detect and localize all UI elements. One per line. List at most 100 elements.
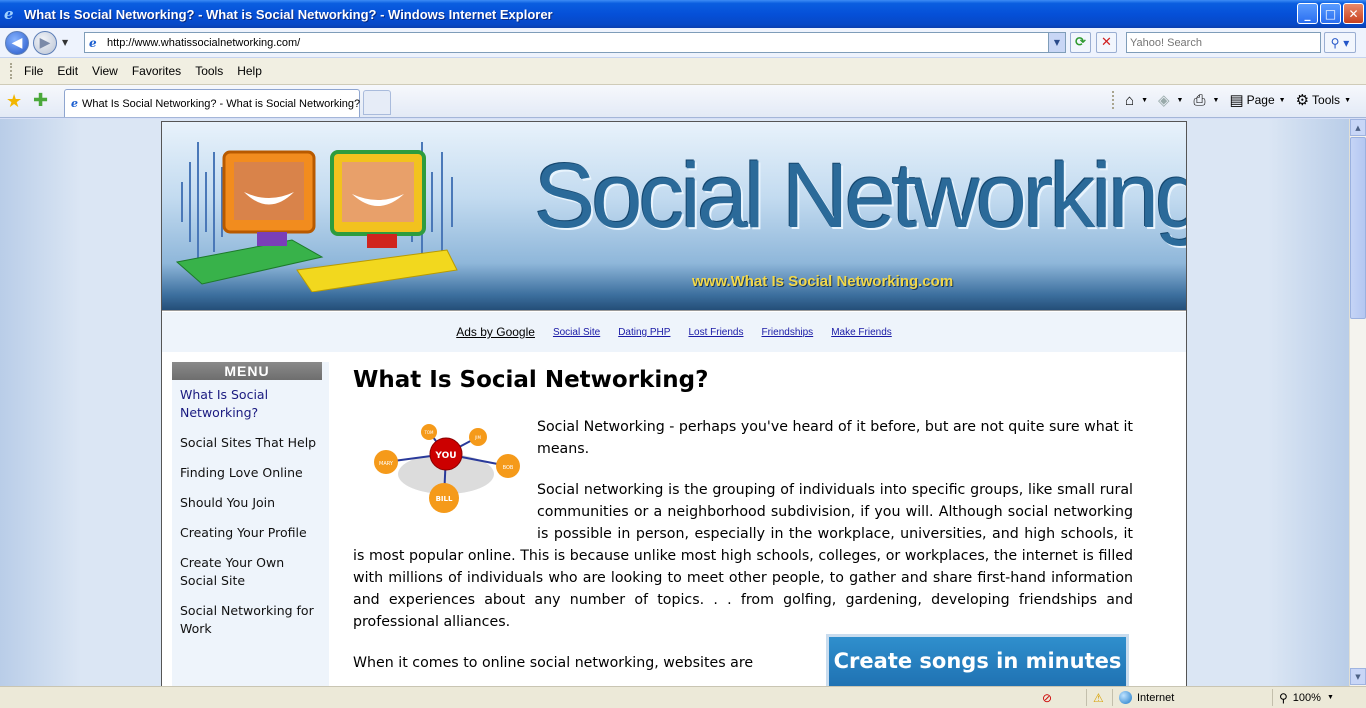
print-dropdown-icon: ▼ — [1212, 96, 1220, 104]
refresh-button[interactable]: ⟳ — [1070, 32, 1091, 53]
window-controls: _ □ ✕ — [1297, 3, 1364, 24]
search-icon: ⚲ ▾ — [1330, 35, 1350, 50]
minimize-button[interactable]: _ — [1297, 3, 1318, 24]
songs-ad-text: Create songs in minutes — [833, 649, 1122, 673]
main-content: What Is Social Networking? YOU MARY TOM … — [353, 362, 1133, 671]
home-button[interactable]: ⌂ ▼ — [1120, 92, 1153, 109]
ad-link-lost-friends[interactable]: Lost Friends — [688, 327, 743, 338]
home-dropdown-icon: ▼ — [1141, 96, 1148, 104]
feeds-dropdown-icon: ▼ — [1176, 96, 1184, 104]
printer-icon: ⎙ — [1193, 91, 1206, 109]
add-favorite-icon[interactable]: ✚ — [33, 90, 48, 111]
sidebar-item-finding-love-online[interactable]: Finding Love Online — [172, 464, 329, 482]
sidebar-item-social-sites-that-help[interactable]: Social Sites That Help — [172, 434, 329, 452]
songs-ad-banner[interactable]: Create songs in minutes — [826, 634, 1129, 686]
new-tab-button[interactable] — [363, 90, 391, 115]
sidebar-item-create-your-own-social-site[interactable]: Create Your Own Social Site — [172, 554, 329, 590]
status-zone: Internet — [1112, 689, 1272, 706]
close-button[interactable]: ✕ — [1343, 3, 1364, 24]
back-button[interactable]: ◀ — [5, 31, 29, 55]
sidebar-item-creating-your-profile[interactable]: Creating Your Profile — [172, 524, 329, 542]
tab-title: What Is Social Networking? - What is Soc… — [82, 97, 361, 110]
menu-tools[interactable]: Tools — [188, 64, 230, 78]
sidebar-item-should-you-join[interactable]: Should You Join — [172, 494, 329, 512]
toolbar-grip — [10, 63, 13, 79]
command-separator — [1112, 91, 1114, 109]
rss-icon: ◈ — [1158, 92, 1170, 109]
ad-link-friendships[interactable]: Friendships — [761, 327, 813, 338]
zoom-icon: ⚲ — [1279, 690, 1288, 705]
computers-illustration — [175, 142, 458, 292]
banner-url: www.What Is Social Networking.com — [692, 273, 954, 290]
zone-label: Internet — [1137, 691, 1175, 704]
menu-edit[interactable]: Edit — [50, 64, 85, 78]
menu-favorites[interactable]: Favorites — [125, 64, 188, 78]
gear-icon: ⚙ — [1295, 92, 1310, 109]
float-spacer — [353, 479, 537, 545]
article-paragraph-2-wrapper: Social networking is the grouping of ind… — [353, 479, 1133, 633]
ads-bar: Ads by Google Social Site Dating PHP Los… — [162, 312, 1186, 352]
zoom-control[interactable]: ⚲ 100% ▼ — [1272, 689, 1366, 706]
history-dropdown-icon[interactable]: ▼ — [62, 38, 68, 47]
scroll-up-button[interactable]: ▲ — [1350, 119, 1366, 136]
content-viewport: Social Networking www.What Is Social Net… — [0, 119, 1349, 686]
ad-link-social-site[interactable]: Social Site — [553, 327, 600, 338]
article-paragraph-1: Social Networking - perhaps you've heard… — [537, 419, 1133, 457]
privacy-icon: ⊘ — [1042, 690, 1053, 705]
forward-button[interactable]: ▶ — [33, 31, 57, 55]
zoom-dropdown-icon: ▼ — [1326, 694, 1334, 701]
search-button[interactable]: ⚲ ▾ — [1324, 32, 1356, 53]
tools-menu-button[interactable]: ⚙ Tools ▼ — [1291, 91, 1356, 109]
sidebar-header: MENU — [172, 362, 322, 380]
address-bar[interactable]: e ▼ — [84, 32, 1066, 53]
internet-globe-icon — [1119, 691, 1132, 704]
status-bar: ⊘ ⚠ Internet ⚲ 100% ▼ — [0, 686, 1366, 708]
page-menu-button[interactable]: ▤ Page ▼ — [1224, 91, 1290, 109]
tools-dropdown-icon: ▼ — [1344, 96, 1351, 104]
print-button[interactable]: ⎙ ▼ — [1188, 92, 1224, 109]
graphic-node-bob: BOB — [503, 465, 514, 471]
scroll-down-button[interactable]: ▼ — [1350, 668, 1366, 685]
menu-file[interactable]: File — [17, 64, 50, 78]
feeds-button[interactable]: ◈ ▼ — [1153, 91, 1188, 109]
back-arrow-icon: ◀ — [11, 35, 23, 51]
command-bar: ⌂ ▼ ◈ ▼ ⎙ ▼ ▤ Page ▼ ⚙ Tools ▼ — [1106, 91, 1356, 109]
sidebar-item-social-networking-for-work[interactable]: Social Networking for Work — [172, 602, 329, 638]
graphic-node-jim: JIM — [474, 435, 481, 440]
warning-icon: ⚠ — [1093, 690, 1104, 705]
menu-view[interactable]: View — [85, 64, 125, 78]
page-dropdown-icon: ▼ — [1278, 96, 1286, 104]
page-icon: ▤ — [1229, 92, 1244, 109]
address-dropdown-icon[interactable]: ▼ — [1048, 33, 1065, 52]
stop-button[interactable]: ✕ — [1096, 32, 1117, 53]
tab-active[interactable]: e What Is Social Networking? - What is S… — [64, 89, 360, 117]
search-box[interactable] — [1126, 32, 1321, 53]
banner-headline: Social Networking — [534, 145, 1186, 247]
ad-link-make-friends[interactable]: Make Friends — [831, 327, 892, 338]
home-icon: ⌂ — [1125, 91, 1135, 109]
ad-link-dating-php[interactable]: Dating PHP — [618, 327, 670, 338]
page-title: What Is Social Networking? — [353, 367, 709, 393]
ads-by-google-label[interactable]: Ads by Google — [456, 325, 535, 339]
site-banner: Social Networking www.What Is Social Net… — [162, 122, 1186, 311]
favorites-star-icon[interactable]: ★ — [6, 91, 22, 112]
status-warning: ⚠ — [1086, 689, 1110, 706]
window-title: What Is Social Networking? - What is Soc… — [24, 6, 553, 22]
ie-logo-icon: e — [4, 5, 14, 23]
vertical-scrollbar[interactable]: ▲ ▼ — [1349, 119, 1366, 686]
search-input[interactable] — [1127, 33, 1317, 52]
menu-help[interactable]: Help — [230, 64, 269, 78]
window-titlebar: e What Is Social Networking? - What is S… — [0, 0, 1366, 28]
zoom-label: 100% — [1292, 691, 1321, 704]
graphic-center-label: YOU — [434, 451, 456, 461]
maximize-button[interactable]: □ — [1320, 3, 1341, 24]
graphic-node-tom: TOM — [423, 430, 434, 435]
sidebar-item-what-is-social-networking[interactable]: What Is Social Networking? — [172, 386, 329, 422]
tab-row: ★ ✚ e What Is Social Networking? - What … — [0, 85, 1366, 118]
page-menu-label: Page — [1246, 93, 1275, 107]
address-input[interactable] — [107, 36, 1047, 49]
article-paragraph-3: When it comes to online social networkin… — [353, 655, 754, 671]
graphic-node-mary: MARY — [379, 461, 394, 467]
scroll-thumb[interactable] — [1350, 137, 1366, 319]
tools-menu-label: Tools — [1312, 93, 1341, 107]
